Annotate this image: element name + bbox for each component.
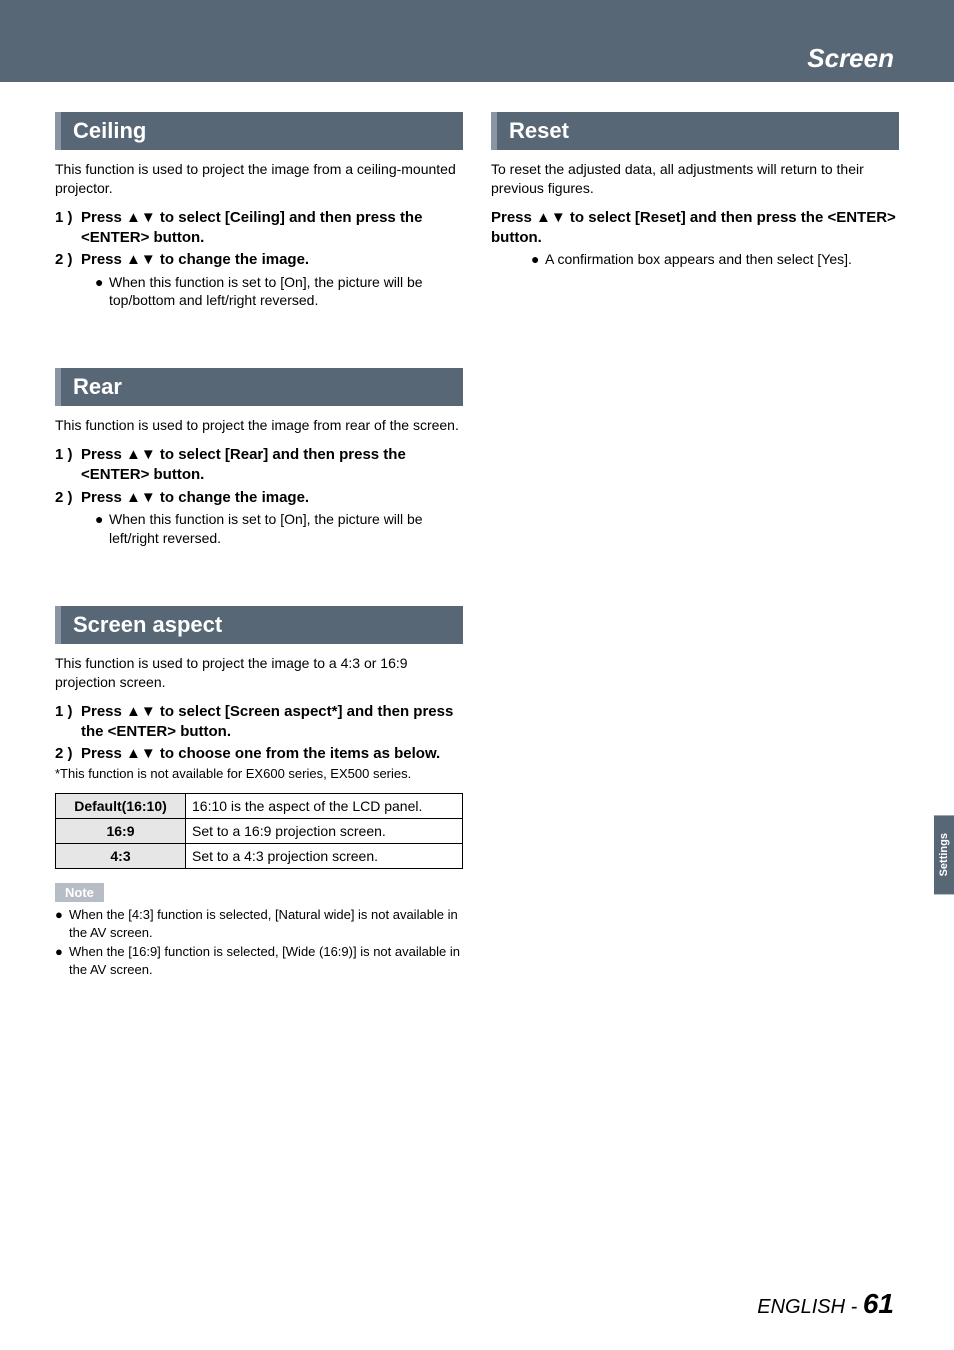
aspect-table: Default(16:10) 16:10 is the aspect of th…	[55, 793, 463, 869]
bullet-dot-icon: ●	[531, 250, 545, 269]
screen-aspect-footnote: *This function is not available for EX60…	[55, 766, 463, 783]
ceiling-intro: This function is used to project the ima…	[55, 160, 463, 198]
reset-bullet: ● A confirmation box appears and then se…	[531, 250, 899, 269]
bullet-dot-icon: ●	[95, 273, 109, 311]
step-text: Press ▲▼ to choose one from the items as…	[81, 744, 463, 764]
ceiling-step-2: 2 ) Press ▲▼ to change the image.	[55, 250, 463, 270]
step-number: 1 )	[55, 445, 81, 486]
rear-heading: Rear	[55, 368, 463, 406]
table-row: 4:3 Set to a 4:3 projection screen.	[56, 844, 463, 869]
reset-step: Press ▲▼ to select [Reset] and then pres…	[491, 208, 899, 249]
bullet-text: When this function is set to [On], the p…	[109, 510, 463, 548]
aspect-row-desc: 16:10 is the aspect of the LCD panel.	[186, 794, 463, 819]
aspect-row-desc: Set to a 4:3 projection screen.	[186, 844, 463, 869]
aspect-row-desc: Set to a 16:9 projection screen.	[186, 819, 463, 844]
bullet-dot-icon: ●	[55, 943, 69, 978]
note-list: ● When the [4:3] function is selected, […	[55, 906, 463, 978]
note-text: When the [16:9] function is selected, [W…	[69, 943, 463, 978]
step-number: 2 )	[55, 488, 81, 508]
screen-aspect-step-2: 2 ) Press ▲▼ to choose one from the item…	[55, 744, 463, 764]
aspect-row-label: Default(16:10)	[56, 794, 186, 819]
step-number: 2 )	[55, 250, 81, 270]
step-number: 1 )	[55, 208, 81, 249]
screen-aspect-heading: Screen aspect	[55, 606, 463, 644]
rear-step-2: 2 ) Press ▲▼ to change the image.	[55, 488, 463, 508]
bullet-dot-icon: ●	[55, 906, 69, 941]
screen-aspect-step-1: 1 ) Press ▲▼ to select [Screen aspect*] …	[55, 702, 463, 743]
page-header-title: Screen	[807, 43, 894, 74]
footer-page-number: 61	[863, 1288, 894, 1319]
aspect-row-label: 16:9	[56, 819, 186, 844]
top-banner: Screen	[0, 0, 954, 82]
bullet-text: When this function is set to [On], the p…	[109, 273, 463, 311]
step-text: Press ▲▼ to select [Ceiling] and then pr…	[81, 208, 463, 249]
table-row: 16:9 Set to a 16:9 projection screen.	[56, 819, 463, 844]
step-text: Press ▲▼ to change the image.	[81, 488, 463, 508]
step-text: Press ▲▼ to select [Rear] and then press…	[81, 445, 463, 486]
bullet-text: A confirmation box appears and then sele…	[545, 250, 899, 269]
aspect-row-label: 4:3	[56, 844, 186, 869]
side-tab-settings: Settings	[934, 815, 954, 894]
reset-heading: Reset	[491, 112, 899, 150]
reset-intro: To reset the adjusted data, all adjustme…	[491, 160, 899, 198]
ceiling-bullet: ● When this function is set to [On], the…	[95, 273, 463, 311]
right-column: Reset To reset the adjusted data, all ad…	[491, 112, 899, 980]
rear-bullet: ● When this function is set to [On], the…	[95, 510, 463, 548]
note-item: ● When the [4:3] function is selected, […	[55, 906, 463, 941]
note-text: When the [4:3] function is selected, [Na…	[69, 906, 463, 941]
step-text: Press ▲▼ to change the image.	[81, 250, 463, 270]
step-text: Press ▲▼ to select [Screen aspect*] and …	[81, 702, 463, 743]
table-row: Default(16:10) 16:10 is the aspect of th…	[56, 794, 463, 819]
step-number: 2 )	[55, 744, 81, 764]
ceiling-heading: Ceiling	[55, 112, 463, 150]
bullet-dot-icon: ●	[95, 510, 109, 548]
rear-step-1: 1 ) Press ▲▼ to select [Rear] and then p…	[55, 445, 463, 486]
screen-aspect-intro: This function is used to project the ima…	[55, 654, 463, 692]
content-columns: Ceiling This function is used to project…	[0, 82, 954, 980]
rear-intro: This function is used to project the ima…	[55, 416, 463, 435]
note-item: ● When the [16:9] function is selected, …	[55, 943, 463, 978]
note-badge: Note	[55, 883, 104, 902]
page-footer: ENGLISH - 61	[757, 1288, 894, 1320]
step-number: 1 )	[55, 702, 81, 743]
step-text: Press ▲▼ to select [Reset] and then pres…	[491, 208, 899, 249]
footer-language: ENGLISH -	[757, 1296, 863, 1318]
ceiling-step-1: 1 ) Press ▲▼ to select [Ceiling] and the…	[55, 208, 463, 249]
left-column: Ceiling This function is used to project…	[55, 112, 463, 980]
